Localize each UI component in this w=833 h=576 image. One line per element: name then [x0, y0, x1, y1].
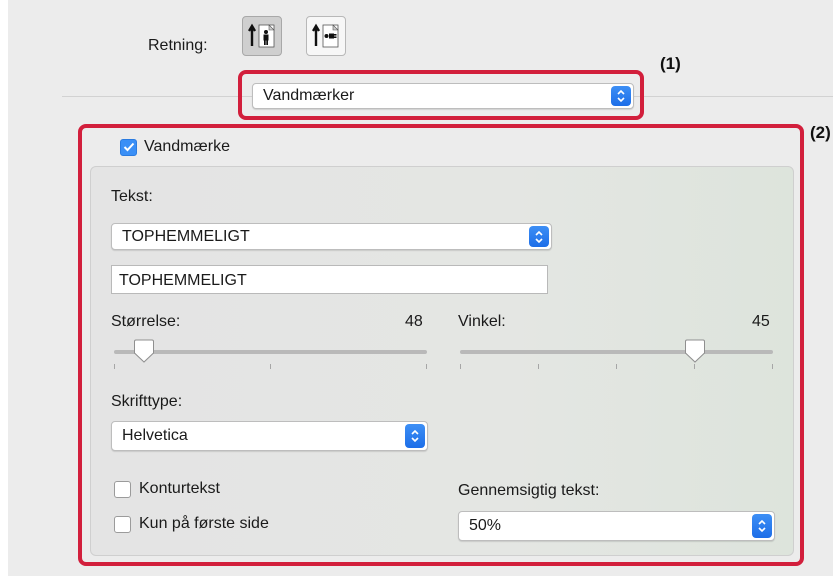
- slider-thumb[interactable]: [133, 338, 155, 364]
- landscape-orientation-button[interactable]: [306, 16, 346, 56]
- popup-stepper-icon: [752, 514, 772, 538]
- popup-stepper-icon: [405, 424, 425, 448]
- slider-tick: [114, 364, 115, 369]
- angle-label: Vinkel:: [458, 313, 506, 330]
- text-select-value: TOPHEMMELIGT: [122, 227, 250, 245]
- font-select-value: Helvetica: [122, 427, 188, 444]
- watermark-checkbox-label: Vandmærke: [144, 138, 230, 155]
- transparency-label: Gennemsigtig tekst:: [458, 482, 600, 499]
- outline-text-label: Konturtekst: [139, 480, 220, 497]
- panel-selector-popup[interactable]: Vandmærker: [252, 83, 634, 109]
- landscape-orientation-icon: [312, 23, 339, 48]
- checkmark-icon: [123, 142, 134, 152]
- transparency-select-popup[interactable]: 50%: [458, 511, 775, 541]
- slider-tick: [426, 364, 427, 369]
- text-label: Tekst:: [111, 188, 153, 205]
- first-page-only-label: Kun på første side: [139, 515, 269, 532]
- slider-tick: [616, 364, 617, 369]
- angle-slider[interactable]: [460, 338, 773, 372]
- outline-text-checkbox[interactable]: [114, 480, 131, 498]
- watermark-text-value: TOPHEMMELIGT: [119, 272, 247, 289]
- window-left-edge: [0, 0, 8, 576]
- watermark-checkbox-row[interactable]: Vandmærke: [120, 138, 230, 156]
- portrait-orientation-icon: [248, 23, 275, 48]
- callout-label-1: (1): [660, 54, 681, 73]
- portrait-orientation-button[interactable]: [242, 16, 282, 56]
- popup-stepper-icon: [611, 86, 631, 106]
- font-select-popup[interactable]: Helvetica: [111, 421, 428, 451]
- size-value: 48: [405, 313, 423, 330]
- watermark-checkbox[interactable]: [120, 138, 137, 156]
- popup-stepper-icon: [529, 226, 549, 247]
- first-page-only-row[interactable]: Kun på første side: [114, 515, 269, 533]
- panel-selector-value: Vandmærker: [263, 87, 355, 104]
- slider-tick: [270, 364, 271, 369]
- watermark-text-field[interactable]: TOPHEMMELIGT: [111, 265, 548, 294]
- slider-tick: [694, 364, 695, 369]
- size-slider-track: [114, 350, 427, 354]
- orientation-label: Retning:: [148, 37, 208, 54]
- angle-value: 45: [752, 313, 770, 330]
- slider-thumb[interactable]: [684, 338, 706, 364]
- slider-tick: [538, 364, 539, 369]
- text-select-popup[interactable]: TOPHEMMELIGT: [111, 223, 552, 250]
- first-page-only-checkbox[interactable]: [114, 515, 131, 533]
- size-label: Størrelse:: [111, 313, 181, 330]
- angle-slider-track: [460, 350, 773, 354]
- slider-tick: [460, 364, 461, 369]
- slider-tick: [772, 364, 773, 369]
- outline-text-row[interactable]: Konturtekst: [114, 480, 220, 498]
- transparency-select-value: 50%: [469, 517, 502, 534]
- size-slider[interactable]: [114, 338, 427, 372]
- callout-label-2: (2): [810, 123, 831, 142]
- font-label: Skrifttype:: [111, 393, 183, 410]
